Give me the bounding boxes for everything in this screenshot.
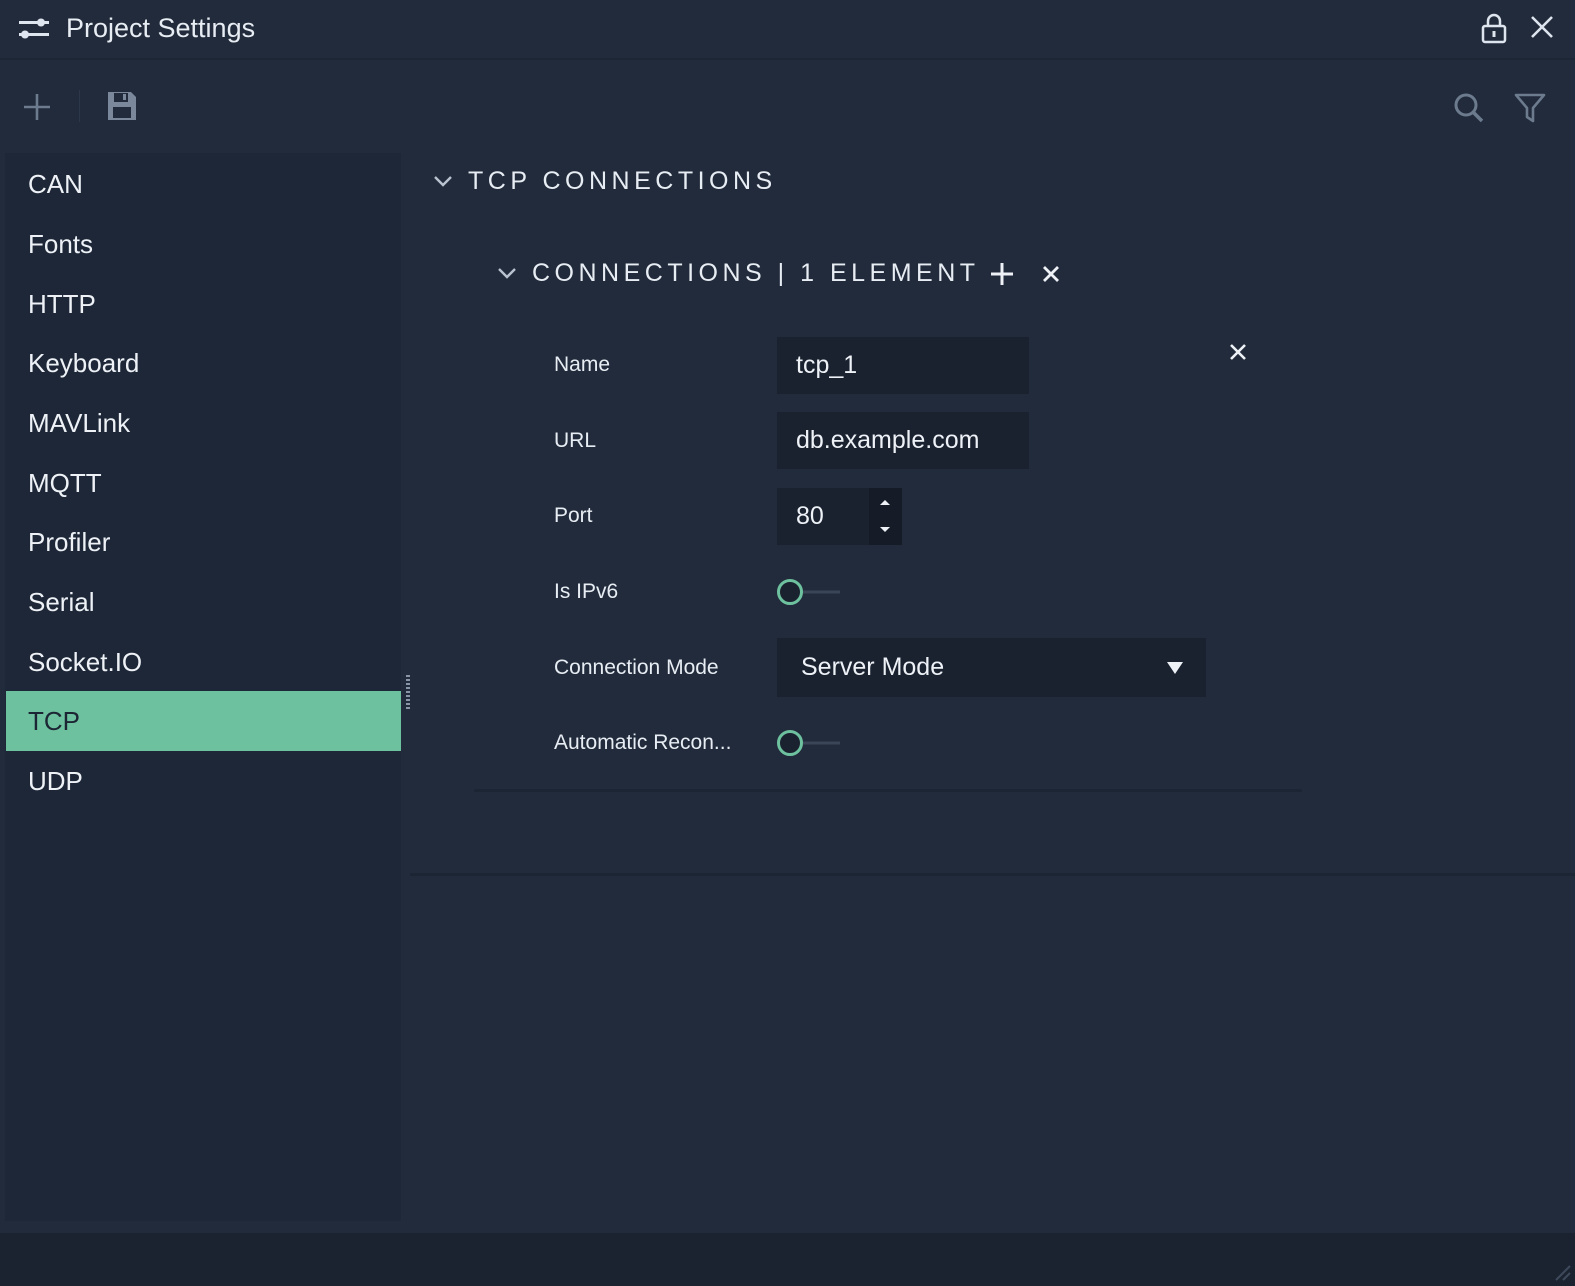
chevron-down-icon[interactable] [496,265,518,281]
connection-mode-select[interactable]: Server Mode [777,638,1206,697]
status-bar [0,1233,1575,1286]
auto-reconnect-toggle[interactable] [776,728,840,758]
port-label: Port [554,504,593,527]
section-title: TCP CONNECTIONS [468,167,777,195]
url-label: URL [554,429,597,452]
resize-grip-icon[interactable] [1548,1258,1572,1282]
sidebar-item-can[interactable]: CAN [6,154,401,214]
name-label: Name [554,353,611,376]
stepper-down-icon[interactable] [878,526,892,534]
plus-icon[interactable] [22,92,52,122]
sidebar-item-keyboard[interactable]: Keyboard [6,333,401,393]
connection-mode-value: Server Mode [801,653,945,681]
toolbar [0,60,1575,152]
auto-reconnect-label: Automatic Recon... [554,731,732,754]
sidebar-item-http[interactable]: HTTP [6,274,401,334]
url-field[interactable]: db.example.com [777,412,1029,469]
port-stepper[interactable] [869,488,902,545]
sidebar-item-fonts[interactable]: Fonts [6,214,401,274]
remove-element-icon[interactable] [1228,342,1248,362]
sliders-icon [19,18,49,39]
sidebar-item-mqtt[interactable]: MQTT [6,453,401,513]
title-bar: Project Settings [0,0,1575,60]
save-icon[interactable] [106,90,138,122]
sidebar-item-mavlink[interactable]: MAVLink [6,393,401,453]
window-title: Project Settings [66,13,256,43]
toolbar-separator [79,90,80,122]
ipv6-label: Is IPv6 [554,580,619,603]
filter-icon[interactable] [1514,92,1546,124]
sidebar-item-socketio[interactable]: Socket.IO [6,632,401,692]
search-icon[interactable] [1453,92,1485,124]
sidebar-item-udp[interactable]: UDP [6,751,401,811]
sidebar: CAN Fonts HTTP Keyboard MAVLink MQTT Pro… [5,153,401,1221]
caret-down-icon [1167,662,1183,674]
ipv6-toggle[interactable] [776,577,840,607]
connection-mode-label: Connection Mode [554,656,719,679]
stepper-up-icon[interactable] [878,498,892,506]
sidebar-item-tcp[interactable]: TCP [6,691,401,751]
element-divider [474,789,1302,792]
clear-elements-icon[interactable] [1041,264,1061,284]
section-divider [410,873,1575,876]
settings-panel: TCP CONNECTIONS CONNECTIONS | 1 ELEMENT … [410,153,1575,1233]
sidebar-item-profiler[interactable]: Profiler [6,512,401,572]
lock-icon[interactable] [1481,12,1507,44]
connections-title: CONNECTIONS | 1 ELEMENT [532,259,980,287]
sidebar-item-serial[interactable]: Serial [6,572,401,632]
chevron-down-icon[interactable] [432,173,454,189]
name-field[interactable]: tcp_1 [777,337,1029,394]
add-element-icon[interactable] [989,261,1015,287]
port-field[interactable]: 80 [777,488,869,545]
close-icon[interactable] [1529,14,1555,40]
